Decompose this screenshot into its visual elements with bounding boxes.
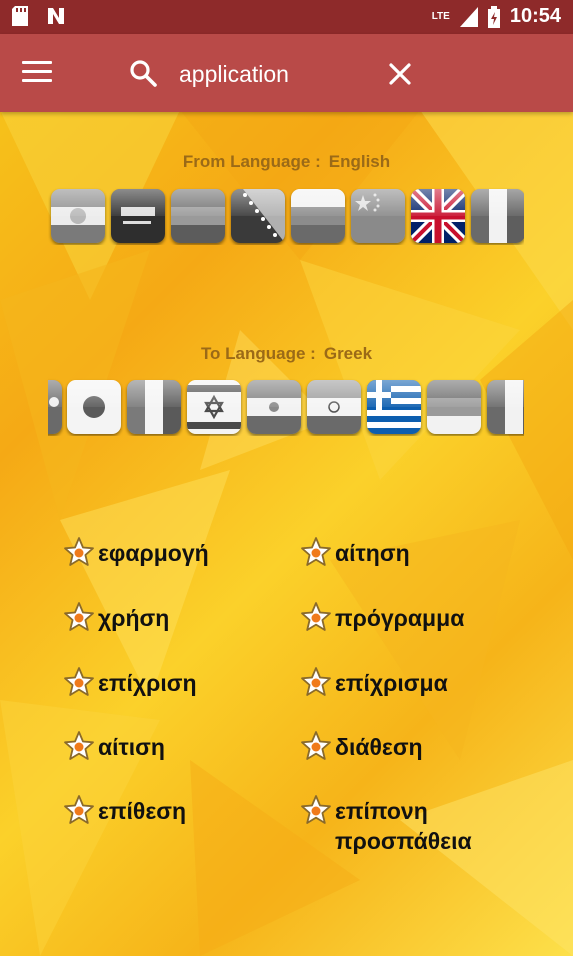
translation-text: επίχρισμα [335, 670, 448, 696]
star-icon[interactable] [63, 794, 95, 826]
to-language-label: To Language : Greek [0, 344, 573, 364]
flag-china[interactable] [351, 189, 405, 243]
star-icon[interactable] [300, 666, 332, 698]
flag-gray-triband[interactable] [171, 189, 225, 243]
translation-text: εφαρμογή [98, 540, 209, 566]
signal-icon [459, 6, 478, 27]
flag-israel[interactable] [187, 380, 241, 434]
flag-gray-vertical-partial[interactable] [487, 380, 524, 434]
star-icon[interactable] [63, 601, 95, 633]
notification-n-icon [48, 8, 64, 24]
translation-text: επίπονη προσπάθεια [335, 798, 472, 854]
translation-text: διάθεση [335, 734, 423, 760]
flag-partial-crescent[interactable] [48, 380, 62, 434]
flag-india[interactable] [307, 380, 361, 434]
flag-gray-horizontal[interactable] [291, 189, 345, 243]
translation-item[interactable]: εφαρμογή [63, 536, 209, 568]
star-icon[interactable] [300, 730, 332, 762]
translation-text: χρήση [98, 605, 170, 631]
translation-item[interactable]: πρόγραμμα [300, 601, 465, 633]
to-language-caption: To Language : [200, 344, 316, 363]
translation-text: αίτηση [335, 540, 410, 566]
search-input[interactable] [177, 56, 371, 92]
translation-item[interactable]: χρήση [63, 601, 170, 633]
translation-item[interactable]: επίθεση [63, 794, 187, 826]
from-language-label: From Language : English [0, 152, 573, 172]
flag-kurdistan[interactable] [51, 189, 105, 243]
from-language-flags[interactable] [48, 187, 524, 245]
flag-united-kingdom[interactable] [411, 189, 465, 243]
flag-gray-vertical[interactable] [127, 380, 181, 434]
battery-icon [487, 5, 500, 28]
translation-text: αίτιση [98, 734, 165, 760]
close-icon[interactable] [386, 60, 414, 88]
star-icon[interactable] [300, 536, 332, 568]
from-language-caption: From Language : [182, 152, 321, 171]
star-icon[interactable] [63, 730, 95, 762]
translation-text: πρόγραμμα [335, 605, 465, 631]
translation-item[interactable]: αίτιση [63, 730, 165, 762]
to-language-flags[interactable] [48, 378, 524, 436]
translation-item[interactable]: επίπονη προσπάθεια [300, 794, 500, 856]
flag-iran[interactable] [247, 380, 301, 434]
flag-greece[interactable] [367, 380, 421, 434]
flag-gray-triband[interactable] [427, 380, 481, 434]
search-icon[interactable] [128, 58, 158, 88]
clock: 10:54 [509, 5, 561, 27]
from-language-value[interactable]: English [329, 152, 390, 171]
status-bar: LTE 10:54 [0, 0, 573, 34]
to-language-value[interactable]: Greek [324, 344, 372, 363]
star-icon[interactable] [63, 666, 95, 698]
menu-icon[interactable] [22, 61, 52, 85]
translation-item[interactable]: επίχριση [63, 666, 197, 698]
flag-bosnia[interactable] [231, 189, 285, 243]
network-type: LTE [431, 11, 450, 22]
translation-text: επίθεση [98, 798, 187, 824]
translation-text: επίχριση [98, 670, 197, 696]
sd-card-icon [12, 6, 28, 26]
star-icon[interactable] [300, 601, 332, 633]
star-icon[interactable] [63, 536, 95, 568]
translation-item[interactable]: αίτηση [300, 536, 410, 568]
app-bar [0, 34, 573, 112]
star-icon[interactable] [300, 794, 332, 826]
flag-japan[interactable] [67, 380, 121, 434]
flag-saudi-arabia[interactable] [111, 189, 165, 243]
translation-item[interactable]: επίχρισμα [300, 666, 448, 698]
translation-item[interactable]: διάθεση [300, 730, 423, 762]
flag-gray-vertical[interactable] [471, 189, 524, 243]
